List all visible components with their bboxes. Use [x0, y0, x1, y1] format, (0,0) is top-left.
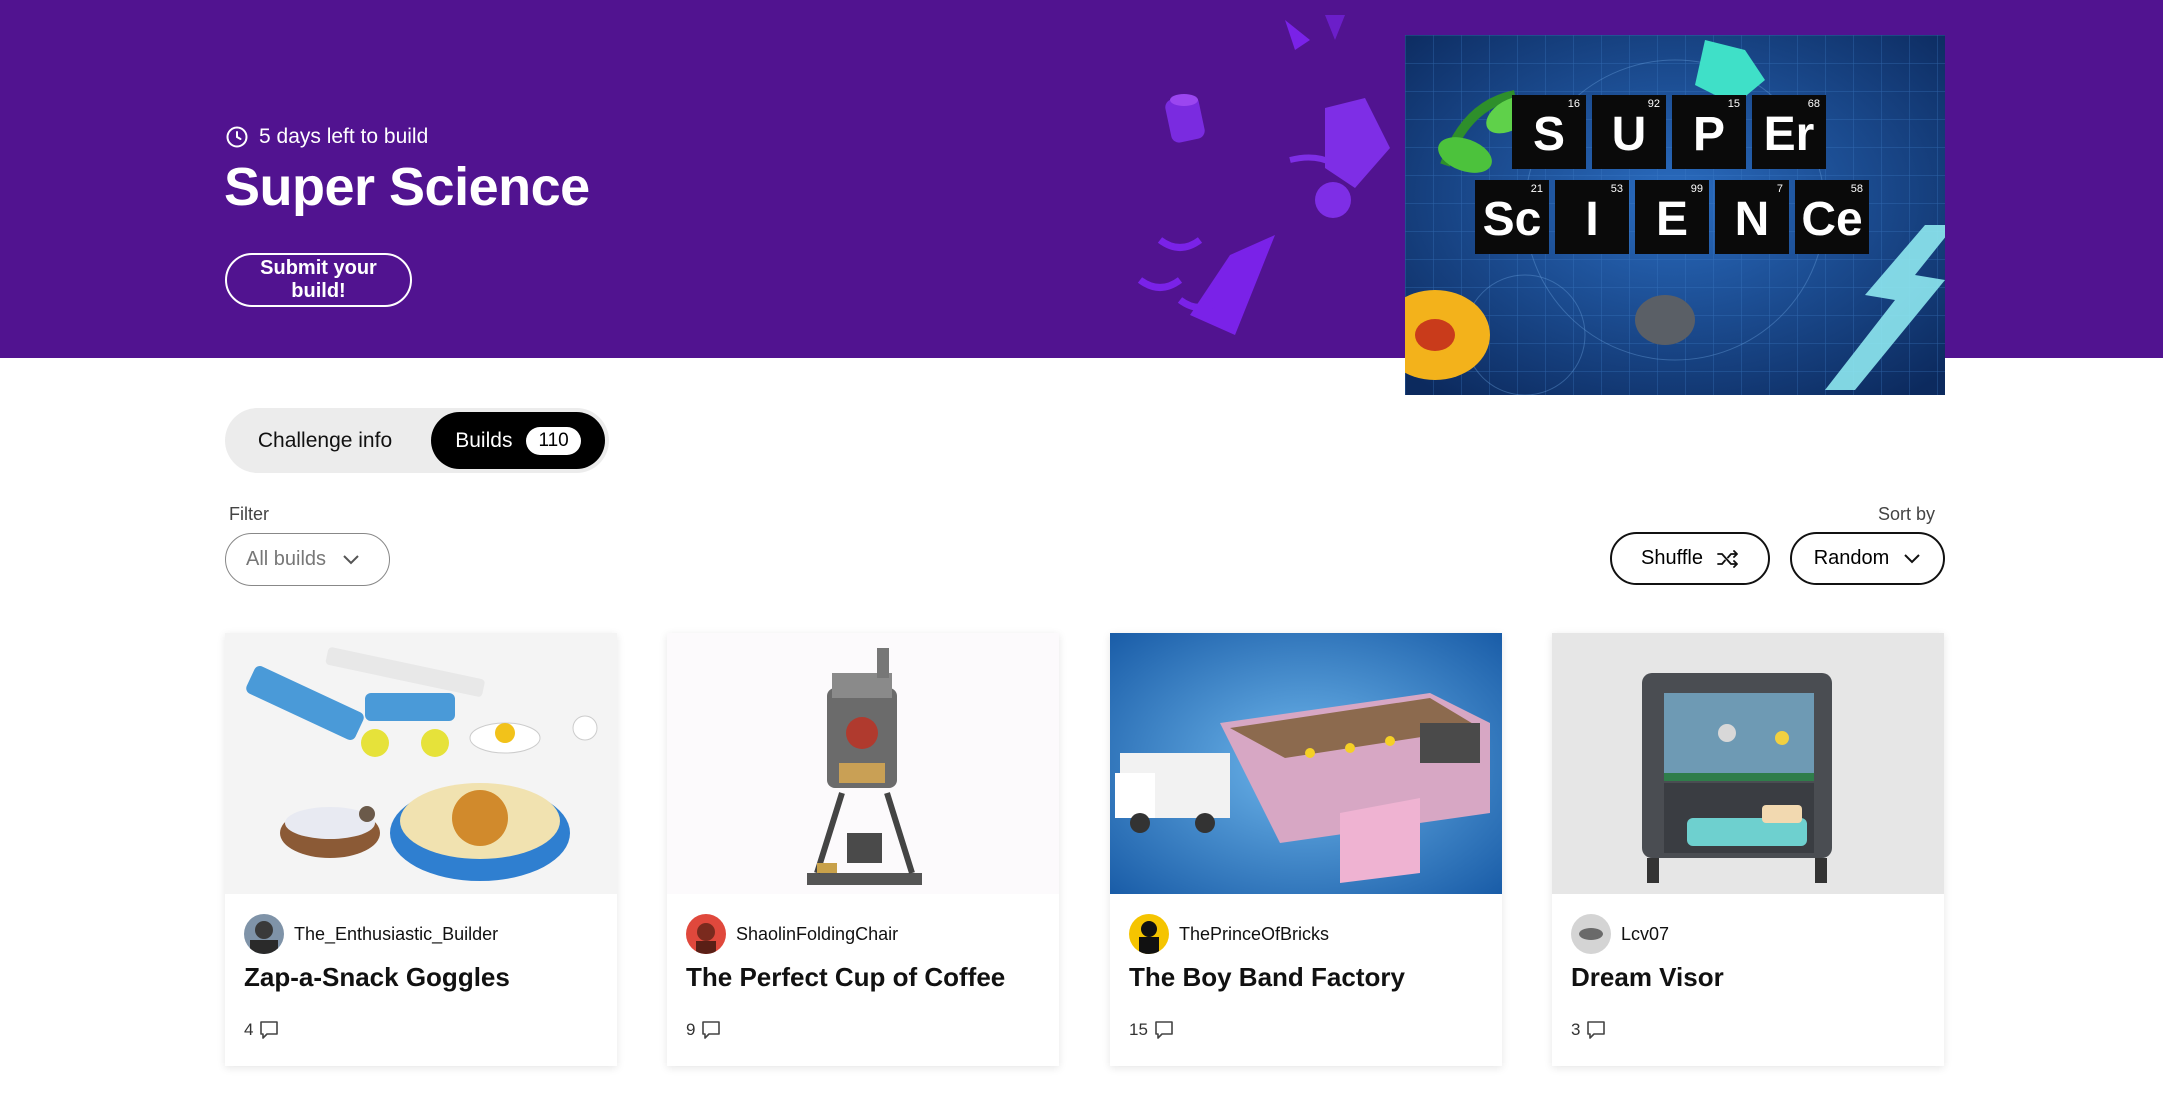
- comment-count-value: 15: [1129, 1020, 1148, 1039]
- author-name: ThePrinceOfBricks: [1179, 923, 1330, 944]
- element-number: 92: [1648, 98, 1660, 110]
- build-author[interactable]: The_Enthusiastic_Builder: [244, 914, 498, 954]
- element-number: 99: [1691, 183, 1703, 195]
- build-author[interactable]: ThePrinceOfBricks: [1129, 914, 1329, 954]
- element-tile: 92U: [1592, 95, 1666, 169]
- build-card[interactable]: The_Enthusiastic_Builder Zap-a-Snack Gog…: [225, 633, 617, 1066]
- build-thumbnail[interactable]: [1110, 633, 1502, 894]
- comment-count: 9: [686, 1020, 721, 1040]
- comment-icon: [260, 1021, 279, 1039]
- element-tile: 99E: [1635, 180, 1709, 254]
- build-title[interactable]: Dream Visor: [1571, 962, 1724, 993]
- comment-count-value: 4: [244, 1020, 254, 1039]
- shuffle-button[interactable]: Shuffle: [1610, 532, 1770, 585]
- element-tile: 53 I: [1555, 180, 1629, 254]
- element-number: 16: [1568, 98, 1580, 110]
- avatar: [1571, 914, 1611, 954]
- comment-icon: [1587, 1021, 1606, 1039]
- build-author[interactable]: ShaolinFoldingChair: [686, 914, 898, 954]
- comment-icon: [1155, 1021, 1173, 1039]
- build-card[interactable]: Lcv07 Dream Visor 3: [1552, 633, 1944, 1066]
- shuffle-label: Shuffle: [1641, 547, 1703, 569]
- build-title[interactable]: The Perfect Cup of Coffee: [686, 962, 1005, 993]
- build-author[interactable]: Lcv07: [1571, 914, 1669, 954]
- sort-dropdown[interactable]: Random: [1790, 532, 1945, 585]
- element-symbol: Sc: [1483, 193, 1542, 246]
- decorative-bricks-graphic: [1137, 15, 1390, 335]
- element-symbol: I: [1585, 193, 1598, 246]
- shuffle-icon: [1717, 549, 1738, 568]
- element-tile: 16S: [1512, 95, 1586, 169]
- element-tile: 7N: [1715, 180, 1789, 254]
- element-symbol: N: [1735, 193, 1770, 246]
- banner-graphic: 16S92U15P68Er21Sc53I99E7N58Ce: [1405, 35, 1945, 395]
- comment-count: 4: [244, 1020, 279, 1040]
- build-thumbnail[interactable]: [225, 633, 617, 894]
- author-name: ShaolinFoldingChair: [736, 923, 899, 944]
- countdown: 5 days left to build: [225, 121, 428, 153]
- comment-count-value: 3: [1571, 1020, 1581, 1039]
- avatar: [686, 914, 726, 954]
- sort-label: Sort by: [1878, 504, 1936, 524]
- element-symbol: E: [1656, 193, 1688, 246]
- build-title[interactable]: The Boy Band Factory: [1129, 962, 1405, 993]
- countdown-text: 5 days left to build: [259, 125, 429, 148]
- build-thumbnail[interactable]: [667, 633, 1059, 894]
- filter-value: All builds: [246, 548, 327, 570]
- comment-count: 15: [1129, 1020, 1174, 1040]
- author-name: The_Enthusiastic_Builder: [294, 923, 499, 944]
- build-card[interactable]: ThePrinceOfBricks The Boy Band Factory 1…: [1110, 633, 1502, 1066]
- element-symbol: Ce: [1801, 193, 1862, 246]
- submit-build-button[interactable]: Submit your build!: [225, 253, 412, 307]
- element-symbol: U: [1612, 108, 1647, 161]
- challenge-banner-image: 16 S 92 U 15 P 68 Er 21 Sc 53 I 99 E 7 N 58 Ce: [1405, 35, 1945, 395]
- build-thumbnail[interactable]: [1552, 633, 1944, 894]
- element-tile: 68Er: [1752, 95, 1826, 169]
- chevron-down-icon: [343, 554, 359, 564]
- element-symbol: S: [1533, 108, 1565, 161]
- element-number: 7: [1777, 183, 1783, 195]
- element-symbol: Er: [1764, 108, 1815, 161]
- avatar: [1129, 914, 1169, 954]
- element-symbol: P: [1693, 108, 1725, 161]
- clock-icon: [226, 126, 248, 148]
- builds-count-badge: 110: [526, 426, 581, 455]
- filter-label: Filter: [229, 504, 269, 524]
- comment-icon: [702, 1021, 721, 1039]
- tab-builds[interactable]: Builds 110: [431, 412, 605, 469]
- sort-value: Random: [1813, 547, 1890, 569]
- element-number: 15: [1728, 98, 1740, 110]
- build-card[interactable]: ShaolinFoldingChair The Perfect Cup of C…: [667, 633, 1059, 1066]
- element-tile: 58Ce: [1795, 180, 1869, 254]
- filter-dropdown[interactable]: All builds: [225, 533, 390, 586]
- page-title: Super Science: [224, 157, 590, 217]
- element-tile: 21Sc: [1475, 180, 1549, 254]
- author-name: Lcv07: [1621, 923, 1670, 944]
- build-title[interactable]: Zap-a-Snack Goggles: [244, 962, 510, 993]
- element-tile: 15P: [1672, 95, 1746, 169]
- tab-builds-label: Builds: [455, 428, 513, 452]
- view-tabs: Challenge info Builds 110: [225, 408, 609, 473]
- comment-count-value: 9: [686, 1020, 696, 1039]
- element-number: 53: [1611, 183, 1623, 195]
- chevron-down-icon: [1904, 553, 1921, 563]
- avatar: [244, 914, 284, 954]
- comment-count: 3: [1571, 1020, 1606, 1040]
- tab-challenge-info[interactable]: Challenge info: [225, 408, 425, 473]
